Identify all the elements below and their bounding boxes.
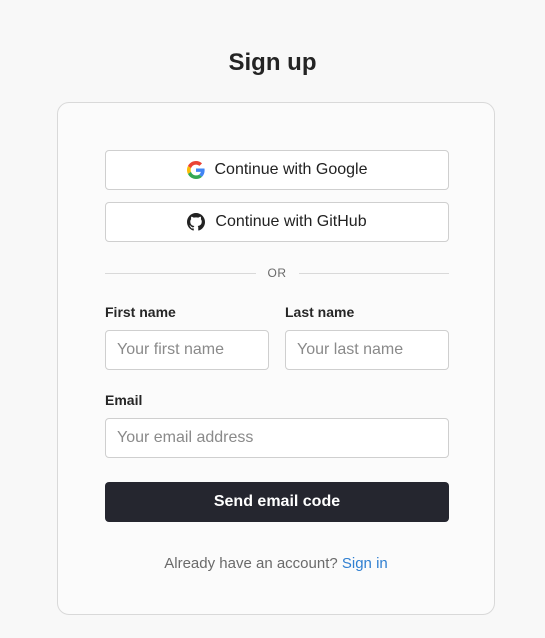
divider-line-left [105, 272, 256, 274]
google-button-label: Continue with Google [214, 161, 368, 178]
google-icon [186, 161, 205, 179]
github-icon [187, 213, 206, 231]
divider-line-right [298, 272, 449, 274]
divider-text: OR [267, 266, 287, 280]
sign-in-prompt-text: Already have an account? [164, 555, 338, 572]
send-email-code-button[interactable]: Send email code [105, 482, 449, 522]
page-title: Sign up [228, 49, 317, 76]
signup-card: Continue with Google Continue with GitHu… [57, 102, 495, 615]
continue-with-github-button[interactable]: Continue with GitHub [105, 202, 449, 242]
sign-in-prompt: Already have an account? Sign in [58, 555, 494, 572]
first-name-label: First name [105, 304, 176, 320]
last-name-input[interactable] [285, 330, 449, 370]
email-input[interactable] [105, 418, 449, 458]
first-name-input[interactable] [105, 330, 269, 370]
last-name-label: Last name [285, 304, 355, 320]
email-label: Email [105, 392, 143, 408]
sign-in-link[interactable]: Sign in [342, 555, 388, 572]
continue-with-google-button[interactable]: Continue with Google [105, 150, 449, 190]
or-divider: OR [105, 265, 449, 281]
github-button-label: Continue with GitHub [215, 213, 367, 230]
